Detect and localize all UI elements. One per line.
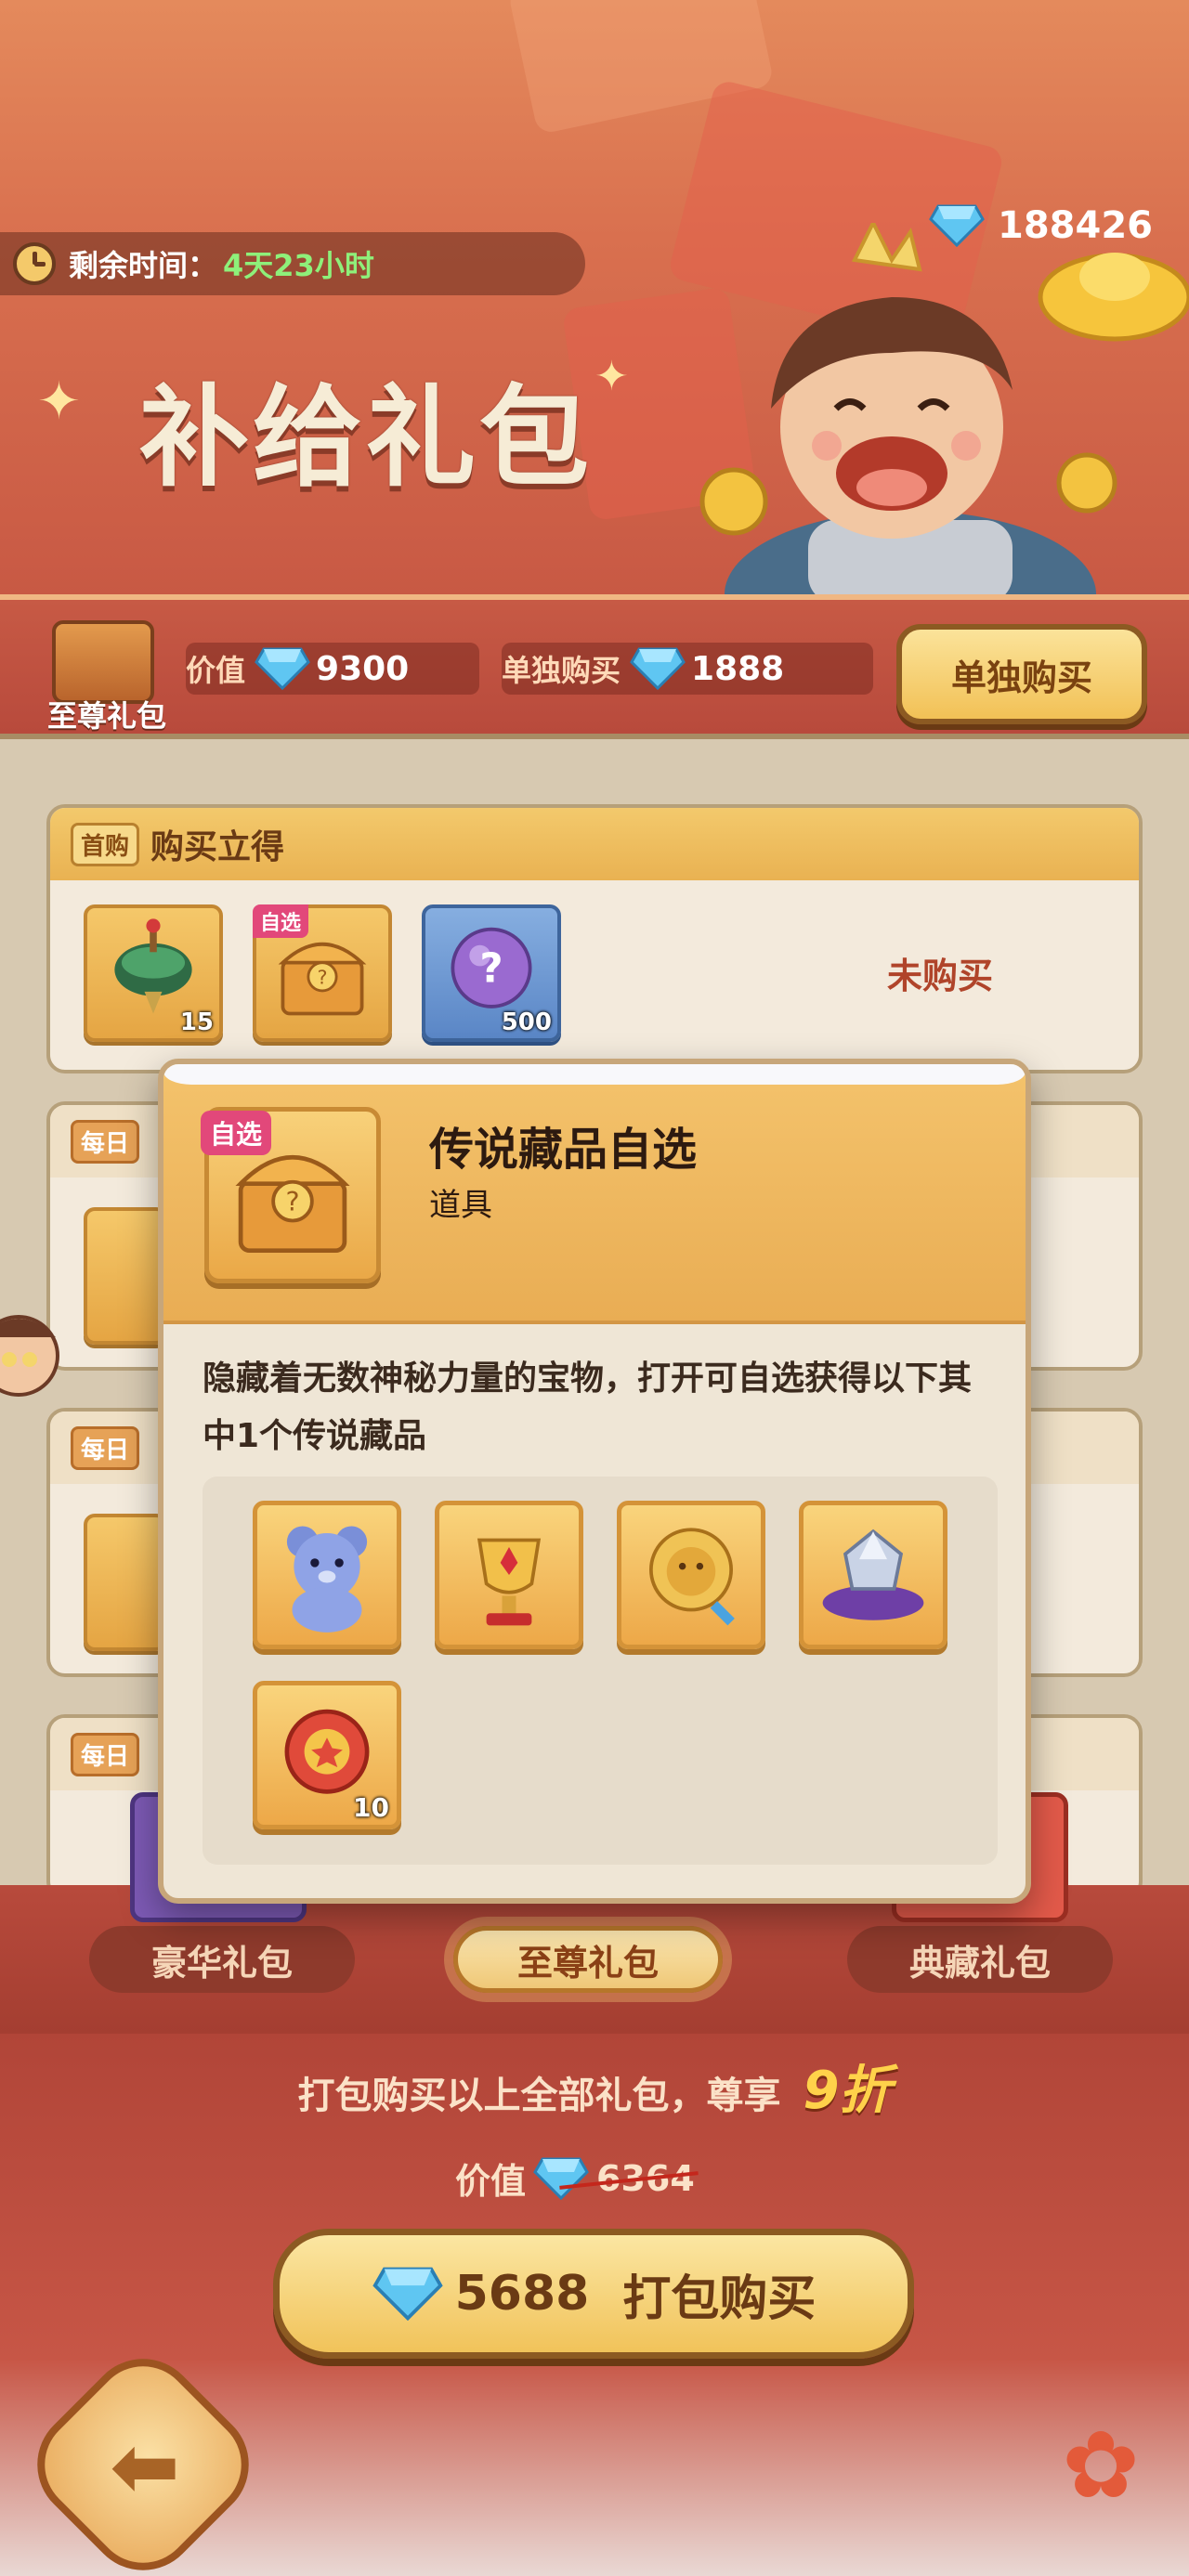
bundle-buy-button[interactable]: 5688 打包购买 — [273, 2229, 914, 2359]
item-spinning-top[interactable]: 15 — [84, 904, 223, 1042]
pack-info-row: 至尊礼包 价值 9300 单独购买 1888 单独购买 — [0, 594, 1189, 734]
page-title: 补给礼包 — [139, 372, 594, 501]
bundle-price: 5688 — [454, 2266, 590, 2322]
reward-lion-crest[interactable] — [617, 1501, 765, 1649]
item-count: 15 — [179, 1008, 214, 1036]
crystal-cushion-icon — [822, 1529, 924, 1620]
single-price: 单独购买 1888 — [502, 643, 873, 695]
daily-tag: 每日 — [71, 1732, 140, 1776]
timer-label: 剩余时间： — [69, 248, 218, 283]
self-select-tag: 自选 — [201, 1111, 272, 1155]
purchase-status: 未购买 — [887, 956, 994, 996]
bundle-old-price: 6364 — [596, 2157, 695, 2199]
popup-header: ? 自选 传说藏品自选 道具 — [163, 1064, 1026, 1324]
clock-icon — [13, 242, 56, 285]
trophy-icon — [477, 1538, 542, 1626]
section-header: 首购 购买立得 — [50, 808, 1139, 880]
hero-character-image — [699, 223, 1189, 594]
single-price-label: 单独购买 — [502, 653, 621, 688]
single-buy-button[interactable]: 单独购买 — [896, 624, 1147, 724]
bundle-value-label: 价值 — [455, 2161, 527, 2202]
item-chest[interactable]: 自选 ? — [253, 904, 392, 1042]
daily-tag: 每日 — [71, 1425, 140, 1470]
self-select-tag: 自选 — [253, 904, 309, 938]
diamond-icon — [255, 647, 310, 691]
avatar-peek-image — [0, 1315, 59, 1397]
reward-crystal-cushion[interactable] — [799, 1501, 947, 1649]
snow-trim — [163, 1064, 1026, 1085]
back-arrow-icon: ⬅ — [110, 2417, 180, 2516]
lion-crest-icon — [649, 1528, 735, 1626]
diamond-icon — [372, 2267, 444, 2322]
bundle-value: 价值 6364 — [455, 2153, 695, 2204]
section-title: 购买立得 — [150, 828, 285, 866]
first-purchase-tag: 首购 — [71, 822, 140, 866]
value-amount: 9300 — [316, 649, 410, 688]
reward-trophy[interactable] — [435, 1501, 583, 1649]
item-count: 500 — [501, 1008, 552, 1036]
single-price-amount: 1888 — [691, 649, 785, 688]
daily-tag: 每日 — [71, 1119, 140, 1164]
sparkle-icon: ✦ — [594, 353, 629, 400]
svg-text:?: ? — [317, 966, 327, 988]
reward-count: 10 — [353, 1792, 389, 1823]
bundle-buy-label: 打包购买 — [622, 2270, 817, 2327]
tab-collector[interactable]: 典藏礼包 — [847, 1926, 1113, 1993]
pack-chest-icon — [52, 620, 154, 704]
remaining-time: 剩余时间： 4天23小时 — [0, 232, 585, 295]
diamond-icon — [533, 2157, 589, 2200]
reward-teddy-bear[interactable] — [253, 1501, 401, 1649]
flower-icon: ✿ — [1062, 2411, 1140, 2519]
item-spinning-top[interactable] — [84, 1207, 167, 1345]
diamond-icon — [630, 647, 686, 691]
item-mystery-orb[interactable]: ? 500 — [422, 904, 561, 1042]
bundle-discount: 9折 — [803, 2061, 892, 2121]
bundle-offer-text: 打包购买以上全部礼包，尊享 9折 — [0, 2049, 1189, 2124]
timer-value: 4天23小时 — [223, 248, 374, 283]
popup-subtitle: 道具 — [429, 1187, 492, 1224]
teddy-bear-icon — [286, 1526, 368, 1633]
reward-grid: 10 — [203, 1477, 998, 1865]
popup-title: 传说藏品自选 — [429, 1124, 698, 1176]
reward-coin-token[interactable]: 10 — [253, 1681, 401, 1829]
item-detail-popup: ? 自选 传说藏品自选 道具 隐藏着无数神秘力量的宝物，打开可自选获得以下其中1… — [158, 1059, 1031, 1904]
bundle-text-label: 打包购买以上全部礼包，尊享 — [297, 2075, 781, 2117]
value-label: 价值 — [186, 653, 246, 688]
item-spinning-top[interactable] — [84, 1514, 167, 1651]
pack-value: 价值 9300 — [186, 643, 479, 695]
pack-name: 至尊礼包 — [46, 698, 166, 734]
popup-description: 隐藏着无数神秘力量的宝物，打开可自选获得以下其中1个传说藏品 — [203, 1360, 973, 1455]
tab-supreme[interactable]: 至尊礼包 — [453, 1926, 723, 1993]
svg-text:?: ? — [479, 945, 503, 992]
svg-text:?: ? — [285, 1187, 299, 1217]
tab-deluxe[interactable]: 豪华礼包 — [89, 1926, 355, 1993]
sparkle-icon: ✦ — [37, 371, 81, 432]
